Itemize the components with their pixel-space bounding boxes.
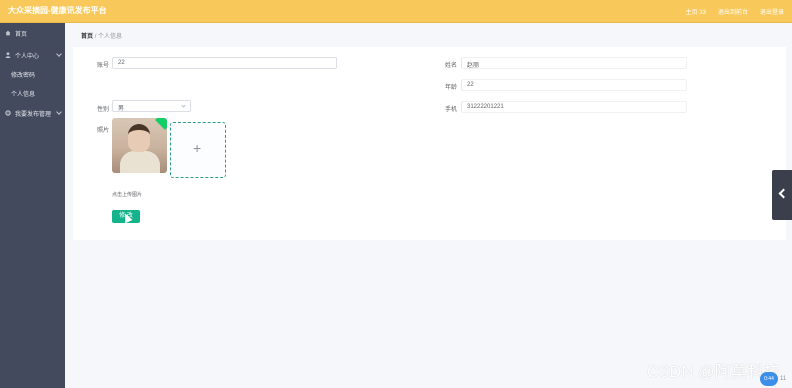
- corner-text: 11: [780, 376, 787, 382]
- chevron-left-icon: [778, 188, 789, 199]
- header-links: 主页 33 退出到前台 退出登录: [686, 7, 784, 16]
- chevron-down-icon: [56, 109, 62, 115]
- name-input[interactable]: 赵丽: [461, 57, 687, 69]
- breadcrumb-current: 个人信息: [98, 34, 123, 40]
- account-input[interactable]: 22: [112, 57, 337, 69]
- breadcrumb-separator: /: [94, 34, 97, 40]
- phone-input[interactable]: 31222201221: [461, 101, 687, 113]
- app-title: 大众采摘园-健康讯发布平台: [8, 6, 107, 15]
- side-panel-toggle[interactable]: [772, 170, 792, 220]
- upload-success-badge: [155, 118, 167, 130]
- top-header: 大众采摘园-健康讯发布平台 主页 33 退出到前台 退出登录: [0, 0, 792, 23]
- settings-icon: [5, 110, 11, 116]
- corner-badge: 0:44: [760, 372, 778, 386]
- home-icon: [5, 30, 11, 36]
- plus-icon: +: [193, 140, 202, 156]
- sidebar-item-label: 首页: [15, 31, 28, 38]
- account-label: 账号: [97, 63, 110, 69]
- profile-photo[interactable]: [112, 118, 167, 173]
- age-label: 年龄: [445, 85, 458, 91]
- user-icon: [5, 52, 11, 58]
- gender-selected-value: 男: [118, 106, 125, 112]
- photo-upload-button[interactable]: +: [170, 122, 226, 178]
- photo-label: 照片: [97, 128, 110, 134]
- photo-figure-head: [128, 124, 150, 152]
- gender-label: 性别: [97, 107, 110, 113]
- sidebar-subitem-change-password[interactable]: 修改密码: [11, 70, 35, 79]
- name-label: 姓名: [445, 63, 458, 69]
- sidebar-item-management[interactable]: 我要发布管理: [0, 106, 65, 120]
- sidebar-item-personal-center[interactable]: 个人中心: [0, 48, 65, 62]
- sidebar-item-label: 我要发布管理: [15, 111, 52, 118]
- header-link-user[interactable]: 主页 33: [686, 7, 706, 16]
- age-input[interactable]: 22: [461, 79, 687, 91]
- chevron-down-icon: [181, 103, 186, 108]
- phone-label: 手机: [445, 107, 458, 113]
- header-link-logout[interactable]: 退出登录: [760, 7, 784, 16]
- photo-figure-body: [120, 151, 160, 173]
- breadcrumb: 首页 / 个人信息: [81, 31, 122, 40]
- upload-tip: 点击上传图片: [112, 192, 143, 198]
- sidebar-item-label: 个人中心: [15, 53, 40, 60]
- chevron-down-icon: [56, 51, 62, 57]
- sidebar-subitem-personal-info[interactable]: 个人信息: [11, 89, 35, 98]
- gender-select[interactable]: 男: [112, 100, 191, 112]
- sidebar-item-home[interactable]: 首页: [0, 26, 65, 40]
- sidebar: 首页 个人中心 修改密码 个人信息 我要发布管理: [0, 23, 65, 388]
- header-link-frontend[interactable]: 退出到前台: [718, 7, 748, 16]
- breadcrumb-home[interactable]: 首页: [81, 34, 93, 40]
